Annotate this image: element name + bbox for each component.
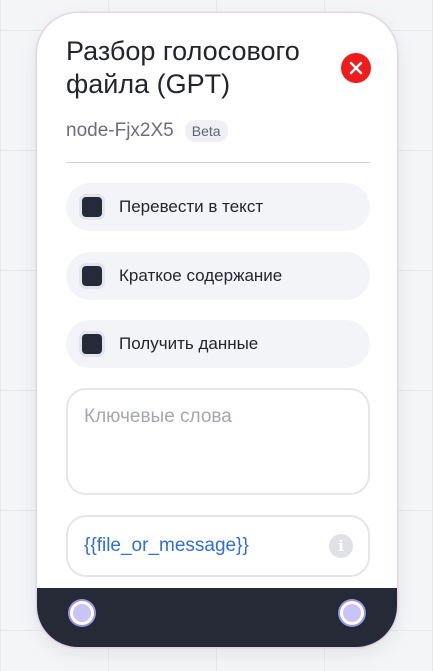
option-label: Получить данные	[119, 334, 259, 353]
option-get-data[interactable]: Получить данные	[66, 320, 370, 368]
beta-badge: Beta	[184, 120, 228, 142]
close-icon	[349, 61, 363, 75]
option-label: Краткое содержание	[119, 266, 283, 285]
option-transcribe[interactable]: Перевести в текст	[66, 183, 370, 231]
checkbox-get-data[interactable]	[82, 334, 102, 354]
node-id-row: node-Fjx2X5 Beta	[66, 120, 228, 142]
close-button[interactable]	[341, 53, 371, 83]
file-variable-field[interactable]: {{file_or_message}} i	[66, 515, 370, 577]
option-summary[interactable]: Краткое содержание	[66, 252, 370, 300]
output-port[interactable]	[340, 601, 364, 625]
keywords-input[interactable]: Ключевые слова	[66, 388, 370, 495]
checkbox-summary[interactable]	[82, 266, 102, 286]
node-id: node-Fjx2X5	[66, 120, 174, 141]
checkbox-transcribe[interactable]	[82, 197, 102, 217]
info-icon[interactable]: i	[329, 534, 353, 558]
option-label: Перевести в текст	[119, 197, 264, 216]
input-port[interactable]	[70, 601, 94, 625]
divider	[66, 162, 370, 163]
node-card: Разбор голосового файла (GPT) node-Fjx2X…	[36, 12, 398, 648]
file-variable-value: {{file_or_message}}	[84, 535, 249, 556]
keywords-placeholder: Ключевые слова	[84, 406, 232, 427]
node-footer	[37, 588, 397, 647]
node-title: Разбор голосового файла (GPT)	[66, 36, 300, 99]
